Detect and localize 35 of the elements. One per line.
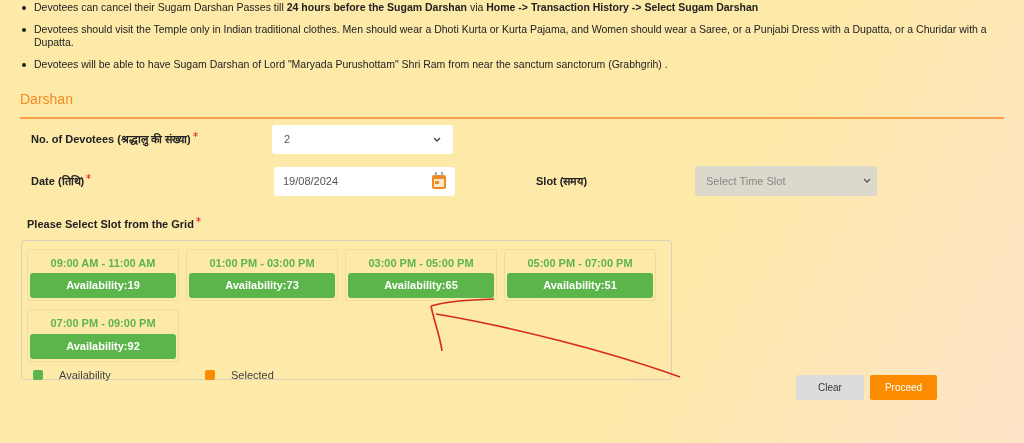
availability-badge: Availability:65 bbox=[348, 273, 494, 298]
availability-badge: Availability:92 bbox=[30, 333, 176, 359]
proceed-button[interactable]: Proceed bbox=[870, 375, 937, 400]
slot-time: 09:00 AM - 11:00 AM bbox=[50, 255, 156, 271]
availability-badge: Availability:19 bbox=[30, 273, 176, 298]
note-text: Devotees should visit the Temple only in Indian traditional clothes. Men should wear a Dhoti Kurta or Kurta Pajama, and Women should wear a Saree, or a Punjabi Dress with a Dupatta, or a Churidar with a Dupatta. bbox=[34, 23, 988, 49]
bullet-icon bbox=[22, 6, 26, 10]
note-text: Devotees can cancel their Sugam Darshan Passes till 24 hours before the Sugam Darshan via Home -> Transaction History -> Select Sugam Darshan bbox=[34, 1, 759, 14]
note-text: Devotees will be able to have Sugam Darshan of Lord "Maryada Purushottam" Shri Ram from near the sanctum sanctorum (Grabhgrih) . bbox=[34, 58, 668, 71]
field-label: Slot (समय) bbox=[536, 173, 589, 189]
slot-time: 03:00 PM - 05:00 PM bbox=[368, 255, 474, 271]
legend-label: Selected bbox=[231, 367, 274, 383]
availability-badge: Availability:73 bbox=[189, 273, 335, 298]
calendar-icon[interactable] bbox=[431, 172, 447, 190]
section-title: Darshan bbox=[20, 89, 1004, 119]
slot-card[interactable]: 09:00 AM - 11:00 AM Availability:19 bbox=[27, 248, 179, 301]
chevron-down-icon bbox=[863, 178, 871, 184]
chevron-down-icon bbox=[433, 136, 441, 143]
bullet-icon bbox=[22, 28, 26, 32]
field-label: Date (तिथि) bbox=[31, 173, 85, 189]
slot-time: 05:00 PM - 07:00 PM bbox=[527, 255, 633, 271]
field-label: No. of Devotees (श्रद्धालु की संख्या) bbox=[31, 132, 191, 148]
slot-card[interactable]: 07:00 PM - 09:00 PM Availability:92 bbox=[27, 309, 179, 362]
slot-card[interactable]: 01:00 PM - 03:00 PM Availability:73 bbox=[186, 248, 338, 301]
slot-time: 01:00 PM - 03:00 PM bbox=[209, 255, 315, 271]
slot-card[interactable]: 05:00 PM - 07:00 PM Availability:51 bbox=[504, 248, 656, 301]
field-label: Please Select Slot from the Grid bbox=[27, 217, 194, 232]
date-field[interactable]: 19/08/2024 bbox=[274, 166, 455, 196]
clear-button[interactable]: Clear bbox=[796, 375, 864, 400]
bullet-icon bbox=[22, 63, 26, 67]
legend-label: Availability bbox=[59, 367, 111, 383]
slot-card[interactable]: 03:00 PM - 05:00 PM Availability:65 bbox=[345, 248, 497, 301]
devotees-select[interactable]: 2 bbox=[272, 125, 453, 154]
availability-badge: Availability:51 bbox=[507, 273, 653, 298]
slot-time: 07:00 PM - 09:00 PM bbox=[50, 316, 156, 331]
